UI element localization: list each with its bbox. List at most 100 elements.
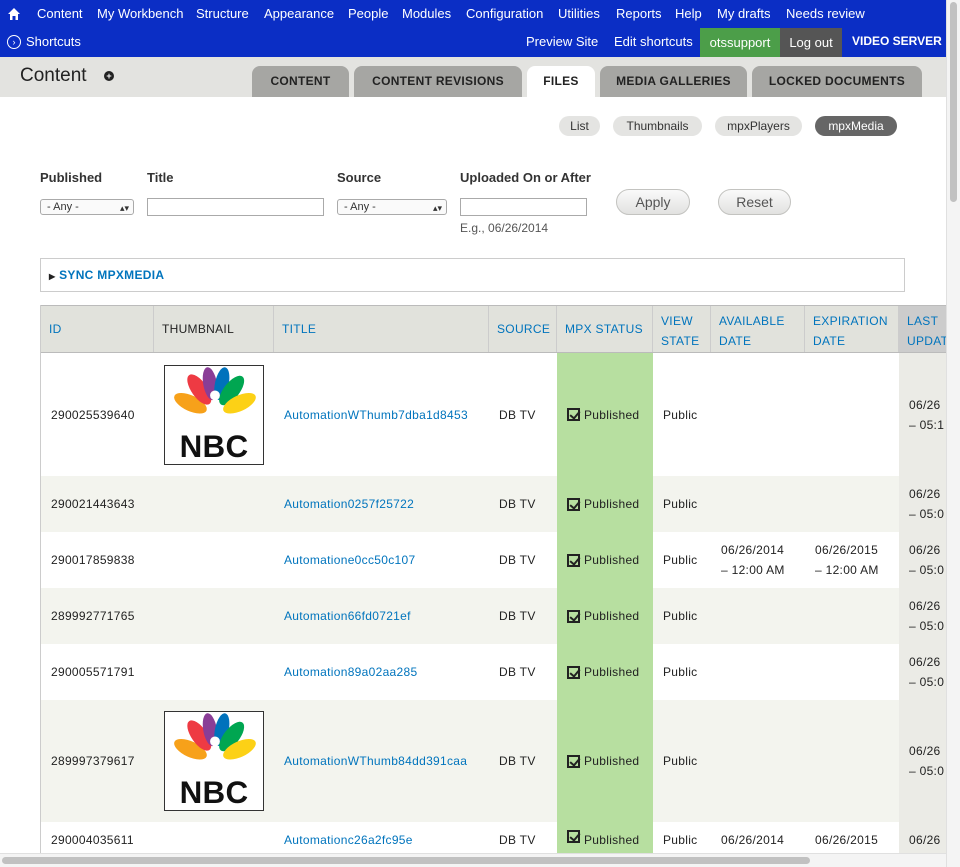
last-updated-date: 06/26 xyxy=(909,833,941,847)
table-row: 290017859838 Automatione0cc50c107 DB TV Pub… xyxy=(41,532,946,588)
cell-title-link[interactable]: Automation0257f25722 xyxy=(274,476,489,532)
subtab-mpxmedia[interactable]: mpxMedia xyxy=(815,116,897,136)
menu-utilities[interactable]: Utilities xyxy=(558,6,600,21)
uploaded-filter-label: Uploaded On or After xyxy=(460,170,591,185)
source-select-value: - Any - xyxy=(344,201,376,213)
shortcuts-toggle[interactable]: Shortcuts xyxy=(26,34,81,49)
table-row: 289997379617 NBC AutomationWThumb84dd391ca… xyxy=(41,700,946,822)
vertical-scrollbar[interactable] xyxy=(946,0,960,867)
subtab-thumbnails[interactable]: Thumbnails xyxy=(613,116,702,136)
chevron-circle-icon[interactable]: › xyxy=(7,35,21,49)
cell-title-link[interactable]: Automationc26a2fc95e xyxy=(274,822,489,855)
reset-button[interactable]: Reset xyxy=(718,189,791,215)
cell-id: 290004035611 xyxy=(51,833,134,847)
header-last-updated[interactable]: LAST UPDAT xyxy=(899,306,946,352)
cell-available-date xyxy=(711,353,805,476)
last-updated-time: – 05:0 xyxy=(909,675,945,689)
published-select-value: - Any - xyxy=(47,201,79,213)
cell-mpx-status: Published xyxy=(557,476,653,532)
sync-mpxmedia-toggle[interactable]: ▶ SYNC MPXMEDIA xyxy=(49,268,164,282)
status-text: Published xyxy=(584,497,640,511)
cell-title-link[interactable]: AutomationWThumb7dba1d8453 xyxy=(274,353,489,476)
header-view-state-line2: STATE xyxy=(661,334,700,348)
cell-id: 290025539640 xyxy=(51,407,135,422)
last-updated-time: – 05:0 xyxy=(909,563,945,577)
subtab-mpxplayers[interactable]: mpxPlayers xyxy=(715,116,802,136)
cell-expiration-date xyxy=(805,476,899,532)
tab-content[interactable]: CONTENT xyxy=(252,66,349,97)
edit-shortcuts-link[interactable]: Edit shortcuts xyxy=(614,34,693,49)
last-updated-date: 06/26 xyxy=(909,655,941,669)
menu-content[interactable]: Content xyxy=(37,6,83,21)
subtab-list[interactable]: List xyxy=(559,116,600,136)
cell-title-link[interactable]: Automation89a02aa285 xyxy=(274,644,489,700)
horizontal-scrollbar[interactable] xyxy=(0,853,946,867)
cell-source: DB TV xyxy=(499,665,536,679)
menu-needs-review[interactable]: Needs review xyxy=(786,6,865,21)
header-available-date[interactable]: AVAILABLE DATE xyxy=(711,306,805,352)
user-account-link[interactable]: otssupport xyxy=(700,28,780,57)
cell-title-link[interactable]: Automation66fd0721ef xyxy=(274,588,489,644)
header-title[interactable]: TITLE xyxy=(274,306,489,352)
cell-title-link[interactable]: Automatione0cc50c107 xyxy=(274,532,489,588)
header-expiration-date[interactable]: EXPIRATION DATE xyxy=(805,306,899,352)
source-select[interactable]: - Any - ▴▾ xyxy=(337,199,447,215)
cell-expiration-date xyxy=(805,588,899,644)
menu-my-drafts[interactable]: My drafts xyxy=(717,6,770,21)
header-mpx-status[interactable]: MPX STATUS xyxy=(557,306,653,352)
tab-content-revisions[interactable]: CONTENT REVISIONS xyxy=(354,66,522,97)
title-input[interactable] xyxy=(147,198,324,216)
menu-configuration[interactable]: Configuration xyxy=(466,6,543,21)
tab-files[interactable]: FILES xyxy=(527,66,595,97)
table-row: 289992771765 Automation66fd0721ef DB TV Pub… xyxy=(41,588,946,644)
cell-last-updated: 06/26 – 05:0 xyxy=(899,588,946,644)
header-id[interactable]: ID xyxy=(41,306,154,352)
home-icon[interactable] xyxy=(6,6,22,22)
menu-modules[interactable]: Modules xyxy=(402,6,451,21)
preview-site-link[interactable]: Preview Site xyxy=(526,34,598,49)
checkbox-checked-icon xyxy=(567,665,580,679)
logout-button[interactable]: Log out xyxy=(780,28,842,57)
add-shortcut-icon[interactable]: + xyxy=(104,71,114,81)
checkbox-checked-icon xyxy=(567,609,580,623)
menu-appearance[interactable]: Appearance xyxy=(264,6,334,21)
cell-mpx-status: Published xyxy=(557,822,653,855)
cell-available-date xyxy=(711,476,805,532)
horizontal-scroll-thumb[interactable] xyxy=(2,857,810,864)
cell-view-state: Public xyxy=(663,497,698,511)
media-table: ID THUMBNAIL TITLE SOURCE MPX STATUS VIE… xyxy=(40,305,946,855)
menu-help[interactable]: Help xyxy=(675,6,702,21)
cell-last-updated: 06/26 – 05:0 xyxy=(899,644,946,700)
cell-source: DB TV xyxy=(499,833,536,847)
cell-last-updated: 06/26 – 05:0 xyxy=(899,700,946,822)
table-header: ID THUMBNAIL TITLE SOURCE MPX STATUS VIE… xyxy=(41,305,946,353)
table-row: 290025539640 NBC AutomationWThumb7dba1d845… xyxy=(41,353,946,476)
header-source[interactable]: SOURCE xyxy=(489,306,557,352)
header-view-state[interactable]: VIEW STATE xyxy=(653,306,711,352)
nbc-logo-thumbnail[interactable]: NBC xyxy=(164,711,264,811)
header-last-line1: LAST xyxy=(907,314,939,328)
published-select[interactable]: - Any - ▴▾ xyxy=(40,199,134,215)
menu-my-workbench[interactable]: My Workbench xyxy=(97,6,183,21)
menu-structure[interactable]: Structure xyxy=(196,6,249,21)
status-text: Published xyxy=(584,665,640,679)
title-filter-label: Title xyxy=(147,170,174,185)
menu-reports[interactable]: Reports xyxy=(616,6,662,21)
cell-id: 290021443643 xyxy=(51,497,135,511)
cell-source: DB TV xyxy=(499,497,536,511)
cell-last-updated: 06/26 – 05:0 xyxy=(899,532,946,588)
cell-id: 289992771765 xyxy=(51,609,135,623)
svg-text:NBC: NBC xyxy=(180,775,249,810)
tab-media-galleries[interactable]: MEDIA GALLERIES xyxy=(600,66,747,97)
tab-locked-documents[interactable]: LOCKED DOCUMENTS xyxy=(752,66,922,97)
apply-button[interactable]: Apply xyxy=(616,189,690,215)
uploaded-date-input[interactable] xyxy=(460,198,587,216)
vertical-scroll-thumb[interactable] xyxy=(950,2,957,202)
cell-thumbnail xyxy=(154,588,274,644)
cell-title-link[interactable]: AutomationWThumb84dd391caa xyxy=(274,700,489,822)
menu-people[interactable]: People xyxy=(348,6,388,21)
last-updated-date: 06/26 xyxy=(909,487,941,501)
nbc-logo-thumbnail[interactable]: NBC xyxy=(164,364,264,465)
cell-mpx-status: Published xyxy=(557,532,653,588)
table-row: 290021443643 Automation0257f25722 DB TV Pub… xyxy=(41,476,946,532)
